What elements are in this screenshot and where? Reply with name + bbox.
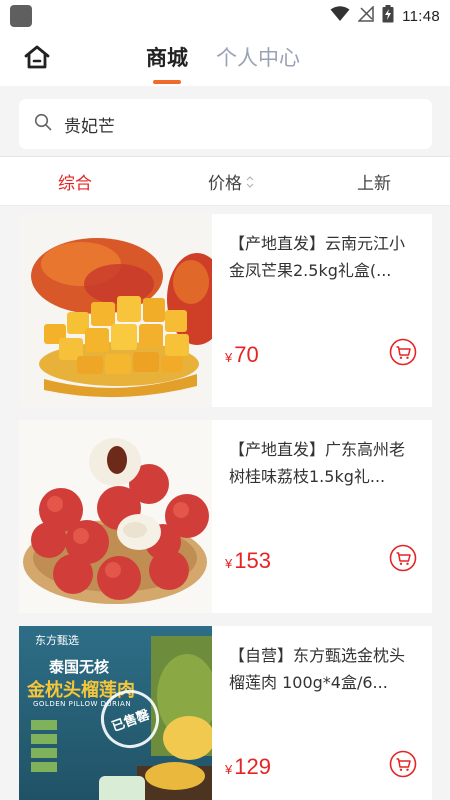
home-icon <box>23 44 51 74</box>
battery-charging-icon <box>382 5 394 27</box>
currency-symbol: ¥ <box>225 762 233 777</box>
cart-icon <box>389 338 417 370</box>
add-to-cart-button[interactable] <box>389 338 417 370</box>
product-title[interactable]: 【自营】东方甄选金枕头榴莲肉 100g*4盒/6... <box>229 642 418 696</box>
search-icon <box>34 113 52 135</box>
no-signal-icon <box>357 5 374 26</box>
product-info: 【产地直发】云南元江小金凤芒果2.5kg礼盒(... ¥70 <box>212 214 432 407</box>
wifi-icon <box>330 6 350 26</box>
price-value: 129 <box>234 754 271 779</box>
sort-price-label: 价格 <box>208 174 242 194</box>
add-to-cart-button[interactable] <box>389 750 417 782</box>
search-area: 贵妃芒 <box>0 86 450 156</box>
notification-app-icon <box>10 5 32 27</box>
sort-newest[interactable]: 上新 <box>357 169 391 194</box>
search-input[interactable]: 贵妃芒 <box>19 99 432 149</box>
add-to-cart-button[interactable] <box>389 544 417 576</box>
product-list: 【产地直发】云南元江小金凤芒果2.5kg礼盒(... ¥70 【产地直发】广东高… <box>19 214 432 800</box>
mango-image[interactable] <box>19 214 212 407</box>
status-time: 11:48 <box>402 7 440 25</box>
product-info: 【自营】东方甄选金枕头榴莲肉 100g*4盒/6... ¥129 <box>212 626 432 800</box>
sort-price[interactable]: 价格 <box>208 169 254 194</box>
cart-icon <box>389 544 417 576</box>
product-info: 【产地直发】广东高州老树桂味荔枝1.5kg礼... ¥153 <box>212 420 432 613</box>
product-price: ¥129 <box>225 754 271 780</box>
sort-arrows-icon <box>246 175 254 189</box>
active-tab-indicator <box>153 80 181 84</box>
product-title[interactable]: 【产地直发】广东高州老树桂味荔枝1.5kg礼... <box>229 436 418 490</box>
top-nav: 商城 个人中心 <box>0 32 450 86</box>
lychee-image[interactable] <box>19 420 212 613</box>
product-title[interactable]: 【产地直发】云南元江小金凤芒果2.5kg礼盒(... <box>229 230 418 284</box>
durian-image[interactable] <box>19 626 212 800</box>
home-button[interactable] <box>20 42 54 76</box>
status-bar: 11:48 <box>0 0 450 32</box>
currency-symbol: ¥ <box>225 350 233 365</box>
tab-mall[interactable]: 商城 <box>146 42 188 72</box>
tab-personal-center[interactable]: 个人中心 <box>216 42 300 72</box>
price-value: 153 <box>234 548 271 573</box>
status-icons: 11:48 <box>330 5 440 27</box>
product-card[interactable]: 【产地直发】云南元江小金凤芒果2.5kg礼盒(... ¥70 <box>19 214 432 407</box>
product-price: ¥70 <box>225 342 259 368</box>
price-value: 70 <box>234 342 259 367</box>
search-query: 贵妃芒 <box>64 116 115 137</box>
sort-bar: 综合 价格 上新 <box>0 156 450 206</box>
currency-symbol: ¥ <box>225 556 233 571</box>
product-card[interactable]: 【产地直发】广东高州老树桂味荔枝1.5kg礼... ¥153 <box>19 420 432 613</box>
product-card[interactable]: 【自营】东方甄选金枕头榴莲肉 100g*4盒/6... ¥129 <box>19 626 432 800</box>
sort-comprehensive[interactable]: 综合 <box>58 169 92 194</box>
product-price: ¥153 <box>225 548 271 574</box>
cart-icon <box>389 750 417 782</box>
